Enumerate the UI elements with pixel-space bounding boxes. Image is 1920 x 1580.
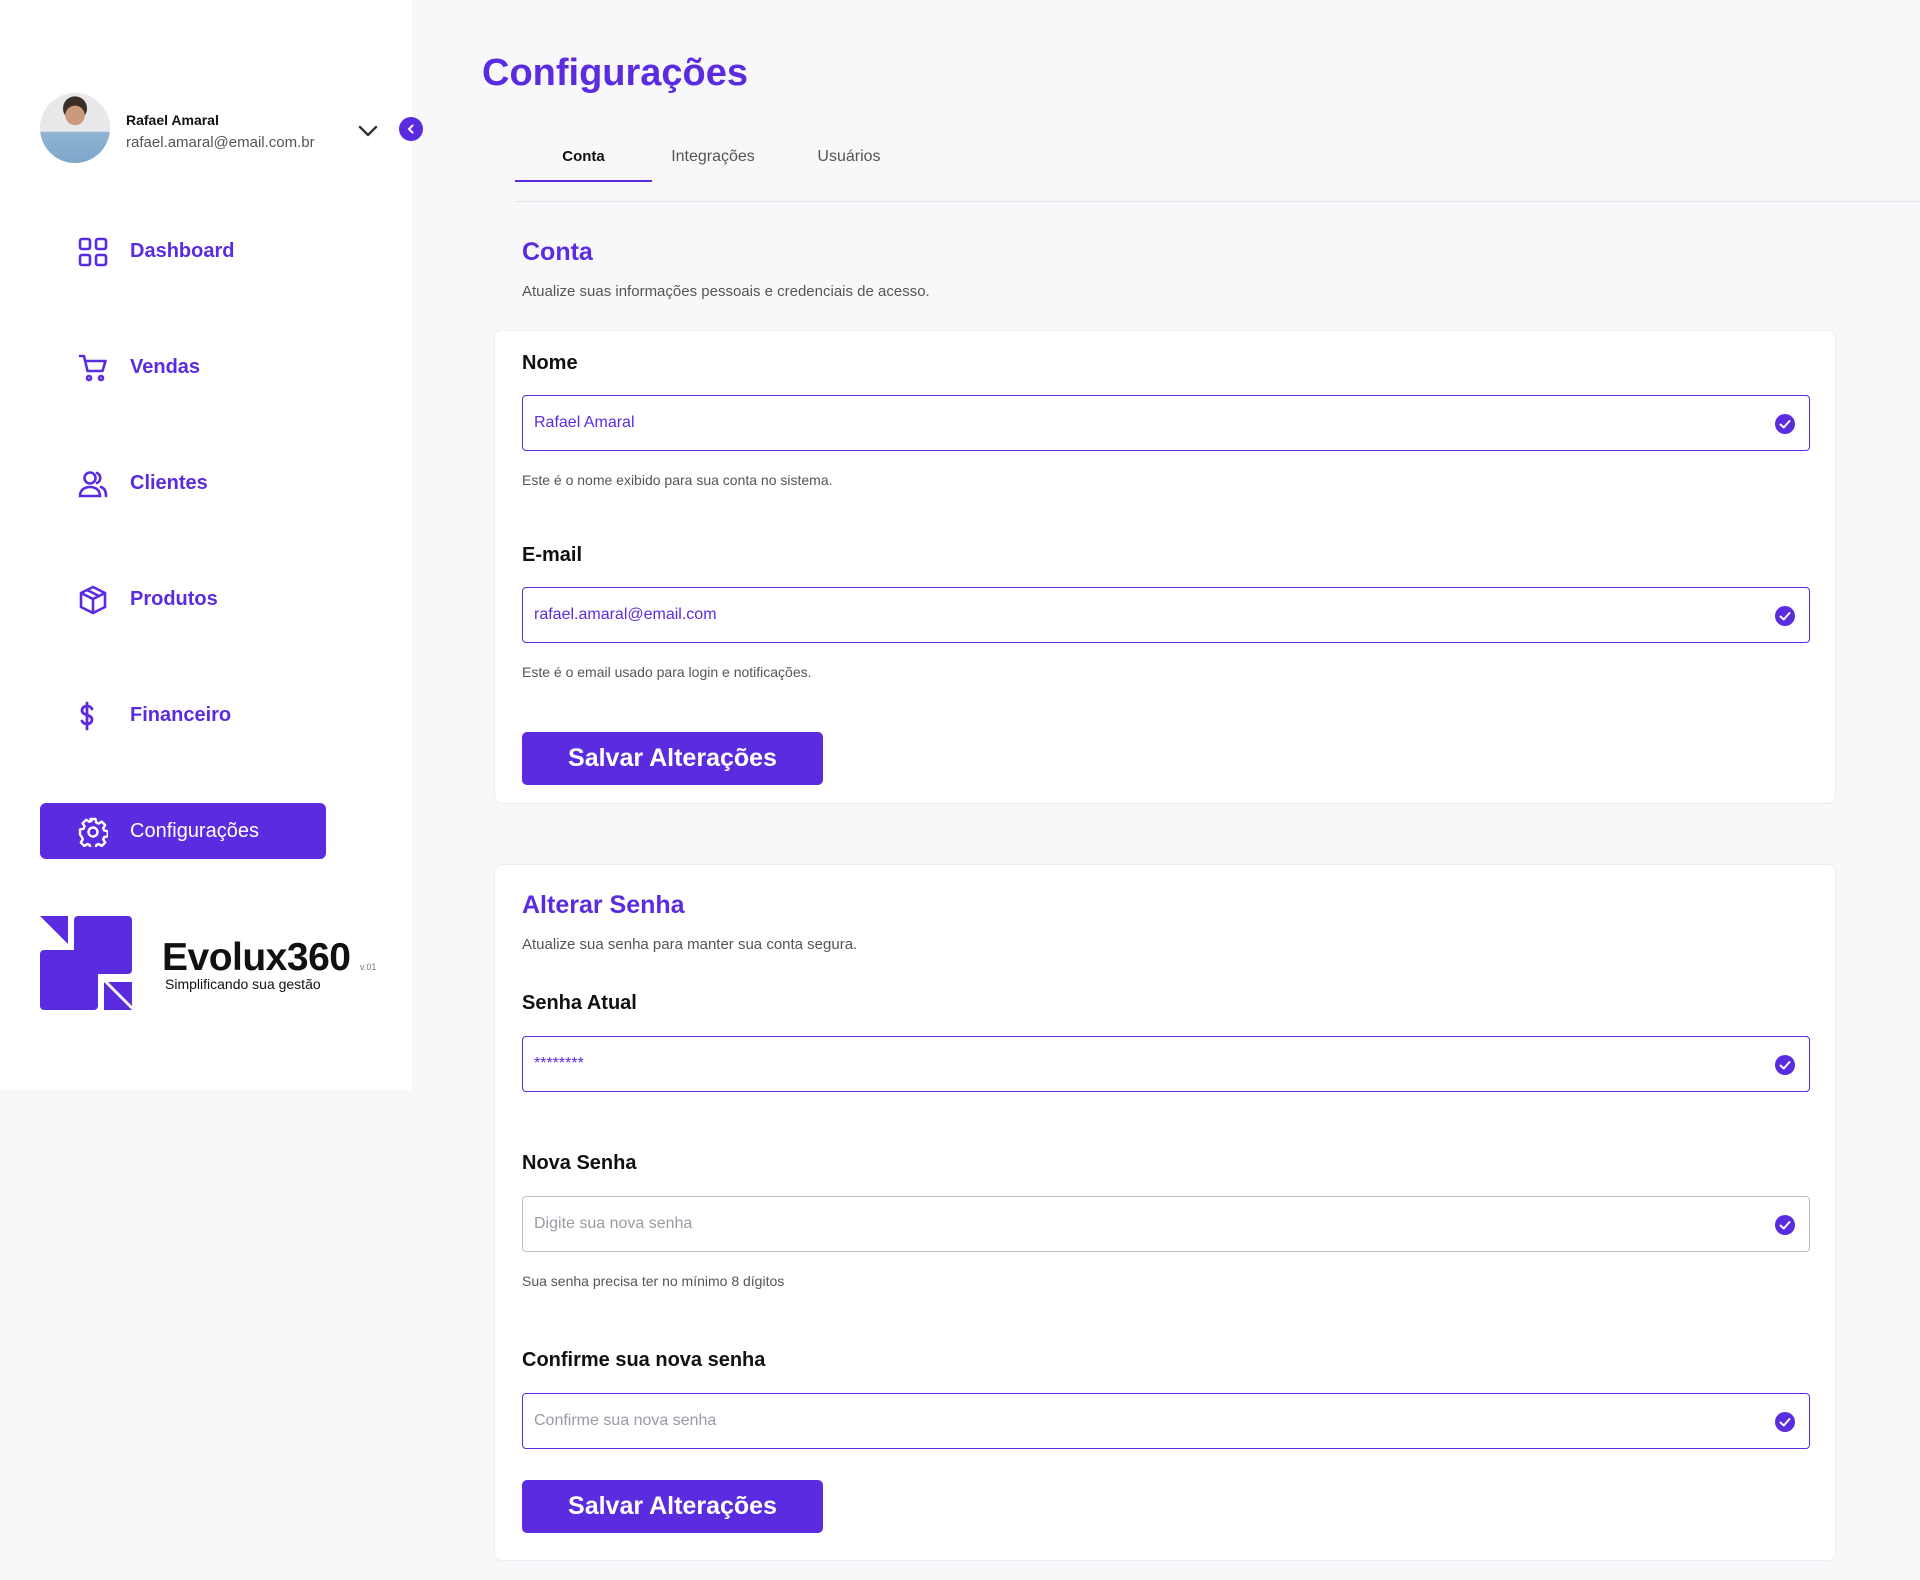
- new-password-hint: Sua senha precisa ter no mínimo 8 dígito…: [522, 1273, 785, 1289]
- sidebar-item-produtos[interactable]: Produtos: [40, 571, 326, 627]
- email-hint: Este é o email usado para login e notifi…: [522, 664, 812, 680]
- box-icon: [79, 585, 107, 615]
- current-password-label: Senha Atual: [522, 992, 637, 1014]
- users-icon: [78, 471, 108, 498]
- brand-tagline: Simplificando sua gestão: [165, 976, 321, 992]
- dollar-icon: [80, 701, 94, 731]
- password-section-description: Atualize sua senha para manter sua conta…: [522, 936, 858, 953]
- brand-name: Evolux360: [162, 936, 351, 979]
- gear-icon: [78, 817, 108, 847]
- current-password-field[interactable]: [522, 1036, 1810, 1092]
- account-section-title: Conta: [522, 238, 593, 266]
- grid-icon: [78, 237, 108, 267]
- name-hint: Este é o nome exibido para sua conta no …: [522, 472, 833, 488]
- chevron-down-icon[interactable]: [356, 119, 380, 143]
- save-password-button[interactable]: Salvar Alterações: [522, 1480, 823, 1533]
- user-profile[interactable]: Rafael Amaral rafael.amaral@email.com.br: [40, 93, 432, 165]
- brand-version: v.01: [360, 962, 377, 972]
- active-tab-indicator: [515, 180, 652, 182]
- tab-bar: Conta Integrações Usuários: [515, 130, 1920, 202]
- name-input[interactable]: [534, 396, 1754, 449]
- brand-logo: Evolux360 v.01 Simplificando sua gestão: [40, 916, 400, 1012]
- avatar: [40, 93, 110, 163]
- check-circle-icon: [1775, 1215, 1795, 1235]
- email-label: E-mail: [522, 544, 583, 566]
- tab-integracoes[interactable]: Integrações: [653, 148, 773, 166]
- email-input[interactable]: [534, 588, 1754, 641]
- main-content: Configurações Conta Integrações Usuários…: [412, 0, 1920, 1580]
- check-circle-icon: [1775, 606, 1795, 626]
- page-title: Configurações: [482, 52, 749, 94]
- new-password-label: Nova Senha: [522, 1152, 637, 1174]
- sidebar-item-dashboard[interactable]: Dashboard: [40, 223, 326, 279]
- new-password-input[interactable]: [534, 1197, 1754, 1250]
- sidebar-item-label: Vendas: [130, 356, 201, 378]
- password-section-title: Alterar Senha: [522, 891, 685, 919]
- sidebar-item-clientes[interactable]: Clientes: [40, 455, 326, 511]
- logo-mark-icon: [40, 916, 132, 1010]
- confirm-password-field[interactable]: [522, 1393, 1810, 1449]
- sidebar-item-label: Produtos: [130, 588, 218, 610]
- tab-conta[interactable]: Conta: [515, 148, 652, 165]
- sidebar-item-label: Financeiro: [130, 704, 232, 726]
- sidebar: Rafael Amaral rafael.amaral@email.com.br…: [0, 0, 423, 1090]
- check-circle-icon: [1775, 414, 1795, 434]
- user-name: Rafael Amaral: [126, 112, 219, 128]
- confirm-password-input[interactable]: [534, 1394, 1754, 1447]
- save-account-button[interactable]: Salvar Alterações: [522, 732, 823, 785]
- new-password-field[interactable]: [522, 1196, 1810, 1252]
- current-password-input[interactable]: [534, 1037, 1754, 1090]
- account-section-description: Atualize suas informações pessoais e cre…: [522, 283, 930, 300]
- sidebar-item-configuracoes[interactable]: Configurações: [40, 803, 326, 859]
- name-label: Nome: [522, 352, 578, 374]
- user-email: rafael.amaral@email.com.br: [126, 134, 315, 151]
- check-circle-icon: [1775, 1055, 1795, 1075]
- tab-usuarios[interactable]: Usuários: [798, 148, 900, 166]
- confirm-password-label: Confirme sua nova senha: [522, 1349, 766, 1371]
- cart-icon: [78, 354, 107, 382]
- sidebar-item-vendas[interactable]: Vendas: [40, 339, 326, 395]
- sidebar-item-financeiro[interactable]: Financeiro: [40, 687, 326, 743]
- sidebar-item-label: Dashboard: [130, 240, 235, 262]
- sidebar-item-label: Clientes: [130, 472, 208, 494]
- sidebar-item-label: Configurações: [130, 820, 259, 842]
- email-field[interactable]: [522, 587, 1810, 643]
- check-circle-icon: [1775, 1412, 1795, 1432]
- name-field[interactable]: [522, 395, 1810, 451]
